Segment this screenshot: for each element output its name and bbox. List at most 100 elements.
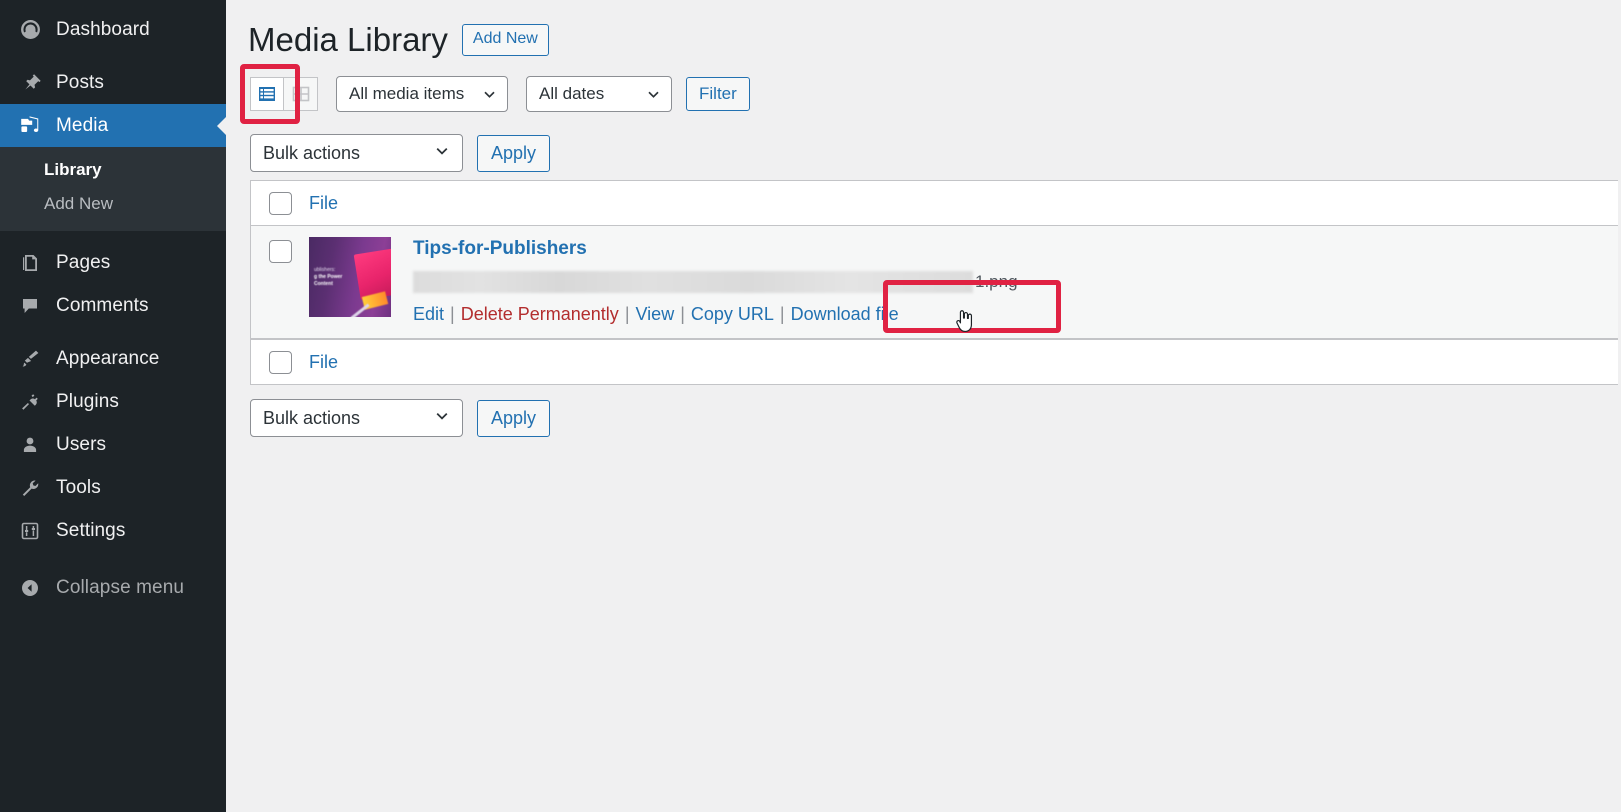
column-footer-file[interactable]: File [309,352,338,373]
bulk-actions-select-top[interactable]: Bulk actions [250,134,463,172]
action-separator: | [779,303,785,324]
sidebar-item-label: Pages [56,251,111,273]
sidebar-item-label: Posts [56,71,105,93]
sidebar-item-users[interactable]: Users [0,423,226,466]
chevron-down-icon [434,408,450,429]
sidebar-item-settings[interactable]: Settings [0,509,226,552]
list-view-icon [259,87,275,101]
submenu-item-label: Library [44,160,102,179]
sidebar-item-label: Appearance [56,347,160,369]
sidebar-item-label: Media [56,114,109,136]
thumbnail-graphic-line [350,303,370,317]
sidebar-item-appearance[interactable]: Appearance [0,337,226,380]
select-all-checkbox[interactable] [268,191,292,215]
row-actions: Edit | Delete Permanently | View | Copy … [413,304,1618,325]
list-view-button[interactable] [250,77,284,111]
sidebar-item-label: Users [56,433,107,455]
sidebar-item-label: Plugins [56,390,120,412]
media-title-link[interactable]: Tips-for-Publishers [413,238,1618,261]
row-select-cell [251,226,309,338]
submenu-item-add-new[interactable]: Add New [0,187,226,221]
sidebar-item-plugins[interactable]: Plugins [0,380,226,423]
plug-icon [12,390,48,414]
bulk-actions-row-top: Bulk actions Apply [226,126,1621,180]
view-link[interactable]: View [636,304,675,325]
redacted-filename [413,270,973,293]
sidebar-item-label: Tools [56,476,101,498]
copy-url-link[interactable]: Copy URL [691,304,774,325]
thumbnail-cell: ublishers: g the Power Content [309,226,399,338]
select-all-checkbox-footer[interactable] [268,350,292,374]
bulk-actions-row-bottom: Bulk actions Apply [226,385,1621,445]
select-all-cell [251,191,309,215]
main-content: Media Library Add New All media items Al… [226,0,1621,812]
filename-suffix: 1.png [975,271,1018,291]
column-header-file[interactable]: File [309,193,338,214]
thumbnail-overlay-line-2: g the Power [314,274,343,280]
action-separator: | [624,303,630,324]
sidebar-item-label: Comments [56,294,149,316]
row-checkbox[interactable] [268,240,292,263]
media-type-filter-select[interactable]: All media items [336,76,508,112]
page-title: Media Library [248,21,448,59]
download-file-link[interactable]: Download file [791,304,899,325]
sidebar-item-tools[interactable]: Tools [0,466,226,509]
media-type-filter-value: All media items [349,84,465,103]
sidebar-item-pages[interactable]: Pages [0,241,226,284]
filter-button[interactable]: Filter [686,77,750,111]
date-filter-value: All dates [539,84,605,103]
table-footer-row: File [251,339,1618,384]
submenu-item-label: Add New [44,194,113,213]
sidebar-item-posts[interactable]: Posts [0,61,226,104]
user-icon [12,433,48,457]
media-info-cell: Tips-for-Publishers 1.png Edit | Delete … [399,226,1618,338]
bulk-actions-select-bottom[interactable]: Bulk actions [250,399,463,437]
apply-button-bottom[interactable]: Apply [477,399,551,437]
admin-sidebar: Dashboard Posts Media Library Add New Pa… [0,0,226,812]
action-separator: | [680,303,685,324]
chevron-down-icon [482,87,497,102]
view-switch-group [240,64,318,124]
sidebar-item-media[interactable]: Media [0,104,226,147]
sidebar-divider [0,327,226,337]
pages-icon [12,251,48,275]
paintbrush-icon [12,347,48,371]
thumbnail-overlay-line-1: ublishers: [314,267,336,273]
sidebar-collapse-menu[interactable]: Collapse menu [0,566,226,609]
add-new-button[interactable]: Add New [461,24,549,56]
sidebar-divider [0,231,226,241]
sliders-icon [12,519,48,543]
table-row: ublishers: g the Power Content Tips-for-… [251,226,1618,339]
thumbnail-overlay-line-3: Content [314,281,333,287]
pin-icon [12,71,48,95]
media-filename-row: 1.png [413,269,1618,295]
wrench-icon [12,476,48,500]
sidebar-item-label: Dashboard [56,18,150,40]
thumbnail-overlay-text: ublishers: g the Power Content [314,267,370,288]
page-header: Media Library Add New [226,0,1621,62]
sidebar-item-label: Settings [56,519,126,541]
apply-button-top[interactable]: Apply [477,134,551,172]
grid-view-button[interactable] [284,77,318,111]
sidebar-collapse-label: Collapse menu [56,576,185,598]
bulk-actions-value: Bulk actions [263,407,361,428]
delete-permanently-link[interactable]: Delete Permanently [461,304,619,325]
wordpress-admin-page: Dashboard Posts Media Library Add New Pa… [0,0,1621,812]
sidebar-divider [0,51,226,61]
date-filter-select[interactable]: All dates [526,76,672,112]
sidebar-item-dashboard[interactable]: Dashboard [0,8,226,51]
chevron-down-icon [434,143,450,164]
submenu-item-library[interactable]: Library [0,153,226,187]
media-table: File ublishers: g the Power Content Tips… [250,180,1618,385]
bulk-actions-value: Bulk actions [263,142,361,163]
arrow-left-circle-icon [12,576,48,600]
media-thumbnail[interactable]: ublishers: g the Power Content [309,237,391,317]
action-separator: | [450,303,455,324]
chevron-down-icon [646,87,661,102]
table-header-row: File [251,181,1618,226]
comments-icon [12,294,48,318]
grid-view-icon [292,86,309,102]
edit-link[interactable]: Edit [413,304,444,325]
sidebar-item-comments[interactable]: Comments [0,284,226,327]
media-submenu: Library Add New [0,147,226,231]
